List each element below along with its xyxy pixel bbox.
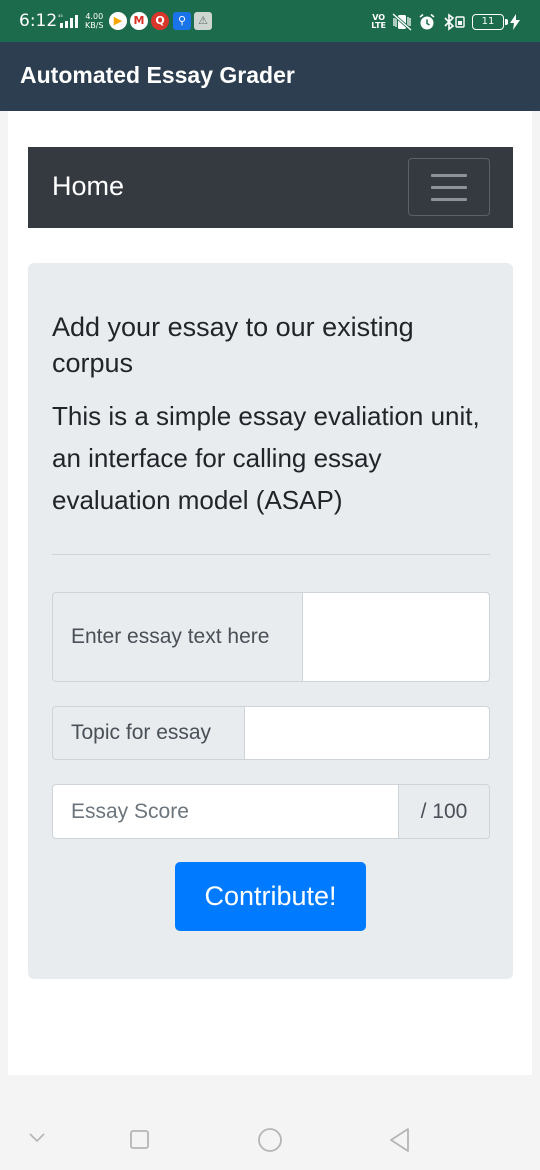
youtube-music-icon: ▶ <box>109 12 127 30</box>
recents-square-icon[interactable] <box>129 1129 151 1151</box>
svg-text:⁴⁵: ⁴⁵ <box>58 14 63 21</box>
hamburger-icon-bar <box>431 186 467 189</box>
essay-text-label: Enter essay text here <box>52 592 303 682</box>
chevron-down-icon[interactable] <box>28 1132 46 1144</box>
essay-score-group: Essay Score / 100 <box>52 784 490 839</box>
jumbotron: Add your essay to our existing corpus Th… <box>28 263 513 979</box>
android-auto-icon: ⚠ <box>194 12 212 30</box>
hamburger-icon-bar <box>431 174 467 177</box>
home-circle-icon[interactable] <box>257 1127 283 1153</box>
essay-score-input[interactable]: Essay Score <box>52 784 399 839</box>
webview-page: Home Add your essay to our existing corp… <box>8 111 532 1075</box>
alarm-icon <box>419 13 435 30</box>
hamburger-icon-bar <box>431 198 467 201</box>
status-bar: 6:12 ⁴⁵ 4.00 KB/S ▶ M Q ⚲ ⚠ VO LTE 11 <box>0 0 540 42</box>
volte-indicator: VO LTE <box>371 13 386 30</box>
page-description: This is a simple essay evaliation unit, … <box>52 401 480 515</box>
page-heading: Add your essay to our existing corpus <box>52 312 414 378</box>
status-time: 6:12 <box>19 11 58 31</box>
battery-icon: 11 <box>472 14 508 30</box>
bluetooth-icon <box>444 13 465 31</box>
divider <box>52 554 490 555</box>
essay-text-input[interactable] <box>303 592 490 682</box>
net-speed: 4.00 KB/S <box>85 12 104 30</box>
contribute-button[interactable]: Contribute! <box>175 862 366 931</box>
essay-topic-label: Topic for essay <box>52 706 245 760</box>
back-triangle-icon[interactable] <box>388 1127 412 1153</box>
essay-text-group: Enter essay text here <box>52 592 490 682</box>
status-right-group: VO LTE 11 <box>371 11 520 33</box>
navbar: Home <box>28 147 513 228</box>
hamburger-menu-button[interactable] <box>408 158 490 216</box>
score-max-suffix: / 100 <box>399 784 490 839</box>
app-title: Automated Essay Grader <box>20 62 295 88</box>
navbar-brand-home[interactable]: Home <box>52 171 124 202</box>
gmail-icon: M <box>130 12 148 30</box>
charging-icon <box>510 14 520 30</box>
system-navigation-bar <box>0 1090 540 1170</box>
usb-icon: ⚲ <box>173 12 191 30</box>
essay-topic-input[interactable] <box>245 706 490 760</box>
essay-topic-group: Topic for essay <box>52 706 490 760</box>
app-bar: Automated Essay Grader <box>0 42 540 111</box>
q-app-icon: Q <box>151 12 169 30</box>
vibrate-icon <box>392 13 412 31</box>
signal-icon: ⁴⁵ <box>58 14 78 28</box>
